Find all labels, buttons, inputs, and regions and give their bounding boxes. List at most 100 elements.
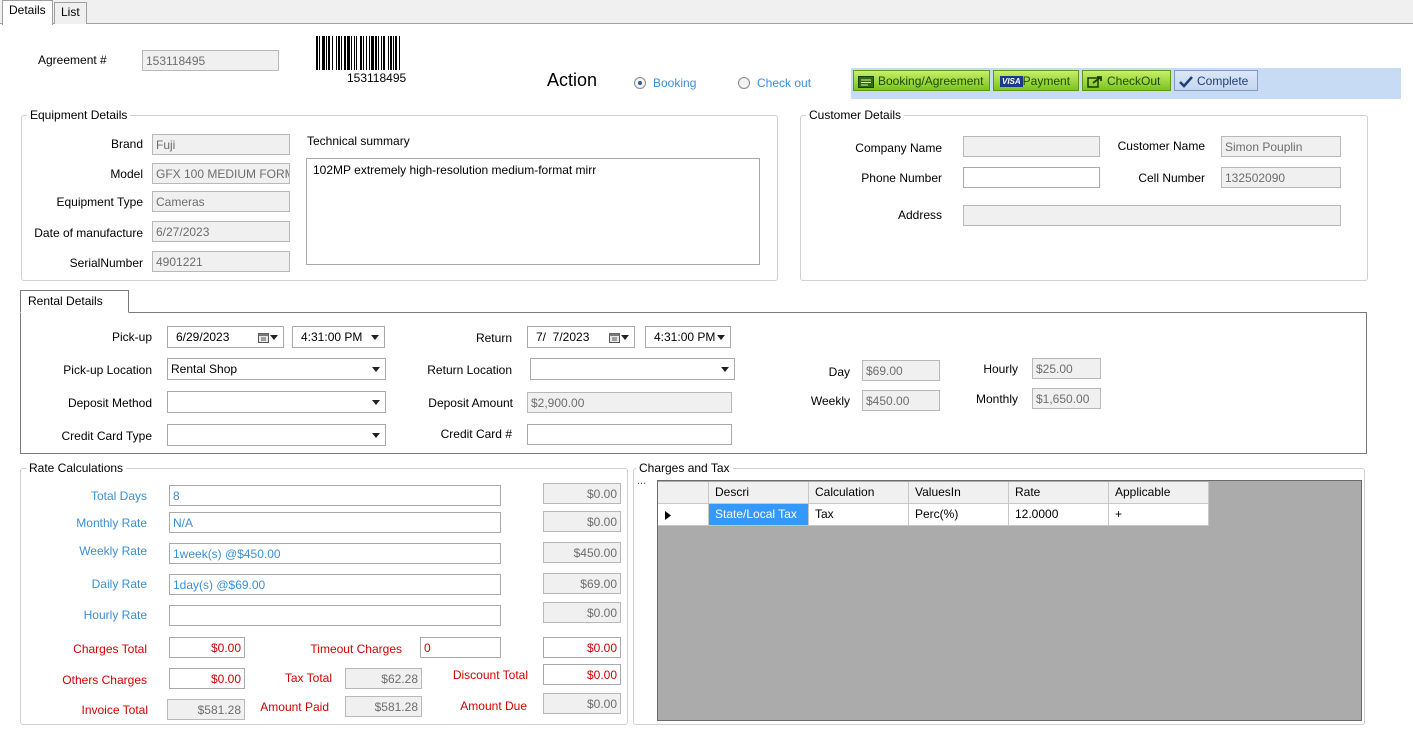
step-complete[interactable]: Complete (1174, 70, 1258, 91)
monthly-rate-calc-field[interactable]: N/A (169, 512, 501, 533)
tax-total-field[interactable]: $62.28 (345, 668, 422, 689)
chevron-down-icon (372, 400, 380, 405)
manufacture-date-field[interactable]: 6/27/2023 (152, 221, 290, 242)
step-booking-label: Booking/Agreement (878, 74, 984, 88)
return-location-select[interactable] (530, 358, 735, 380)
serial-number-field[interactable]: 4901221 (152, 251, 290, 272)
timeout-charges-field[interactable]: 0 (420, 637, 501, 658)
pickup-location-select[interactable]: Rental Shop (167, 358, 386, 380)
rental-details-tab[interactable]: Rental Details (20, 290, 129, 313)
grid-drag-handle[interactable]: ... (637, 475, 646, 487)
equipment-type-label: Equipment Type (56, 195, 143, 209)
charges-tax-grid: Descri Calculation ValuesIn Rate Applica… (657, 480, 1362, 721)
credit-card-type-select[interactable] (167, 424, 386, 446)
step-checkout[interactable]: CheckOut (1082, 70, 1171, 91)
phone-number-field[interactable] (963, 167, 1100, 188)
step-payment-label: Payment (1022, 74, 1071, 88)
pickup-time-picker[interactable]: 4:31:00 PM (292, 326, 385, 348)
day-rate-field[interactable]: $69.00 (862, 360, 940, 381)
grid-cell-calculation[interactable]: Tax (809, 504, 909, 526)
chevron-down-icon (717, 335, 725, 340)
tax-total-label: Tax Total (284, 671, 332, 685)
discount-total-field[interactable]: $0.00 (543, 664, 621, 685)
booking-radio-label[interactable]: Booking (653, 76, 696, 90)
step-booking-agreement[interactable]: Booking/Agreement (853, 70, 990, 91)
charges-total-field[interactable]: $0.00 (169, 637, 245, 658)
company-name-label: Company Name (855, 141, 942, 155)
return-time-picker[interactable]: 4:31:00 PM (645, 326, 731, 348)
deposit-method-select[interactable] (167, 391, 386, 413)
grid-row-selector[interactable] (658, 504, 709, 526)
daily-rate-calc-field[interactable]: 1day(s) @$69.00 (169, 574, 501, 595)
agreement-icon (858, 75, 874, 88)
action-title: Action (547, 70, 598, 90)
chevron-down-icon (270, 335, 278, 340)
total-days-field[interactable]: 8 (169, 485, 501, 506)
grid-header-calculation[interactable]: Calculation (809, 482, 909, 504)
hourly-rate-field[interactable]: $25.00 (1032, 358, 1101, 379)
credit-card-number-field[interactable] (527, 424, 732, 445)
company-name-field[interactable] (963, 136, 1100, 157)
equipment-type-field[interactable]: Cameras (152, 191, 290, 212)
weekly-rate-amount[interactable]: $450.00 (543, 542, 621, 563)
tab-details[interactable]: Details (2, 0, 53, 25)
row-pointer-icon (665, 511, 671, 520)
others-charges-field[interactable]: $0.00 (169, 668, 245, 689)
return-date-value: 7/ 7/2023 (536, 330, 590, 344)
checkout-radio[interactable] (738, 77, 750, 89)
customer-name-field[interactable]: Simon Pouplin (1221, 136, 1341, 157)
pickup-label: Pick-up (111, 330, 152, 344)
customer-name-label: Customer Name (1117, 139, 1205, 153)
equipment-details-title: Equipment Details (27, 108, 131, 122)
cell-number-label: Cell Number (1138, 171, 1205, 185)
checkout-radio-label[interactable]: Check out (757, 76, 811, 90)
barcode-image (316, 36, 442, 70)
grid-cell-applicable[interactable]: + (1109, 504, 1209, 526)
timeout-charges-amount[interactable]: $0.00 (543, 637, 621, 658)
monthly-rate-amount[interactable]: $0.00 (543, 511, 621, 532)
return-location-label: Return Location (427, 363, 512, 377)
chevron-down-icon (371, 335, 379, 340)
others-charges-label: Others Charges (62, 673, 147, 687)
grid-cell-valuesin[interactable]: Perc(%) (909, 504, 1009, 526)
daily-rate-amount[interactable]: $69.00 (543, 573, 621, 594)
weekly-rate-calc-field[interactable]: 1week(s) @$450.00 (169, 543, 501, 564)
weekly-rate-field[interactable]: $450.00 (862, 390, 940, 411)
deposit-amount-field[interactable]: $2,900.00 (527, 392, 732, 413)
agreement-label: Agreement # (38, 53, 107, 67)
model-field[interactable]: GFX 100 MEDIUM FORM (152, 163, 290, 184)
hourly-rate-amount[interactable]: $0.00 (543, 602, 621, 623)
pickup-date-picker[interactable]: 6/29/2023 (167, 326, 284, 348)
visa-card-icon: VISA (1000, 76, 1023, 88)
monthly-rate-field[interactable]: $1,650.00 (1032, 388, 1101, 409)
invoice-total-field[interactable]: $581.28 (167, 699, 245, 720)
grid-cell-rate[interactable]: 12.0000 (1009, 504, 1109, 526)
chevron-down-icon (372, 367, 380, 372)
pickup-location-label: Pick-up Location (63, 363, 152, 377)
tab-list[interactable]: List (54, 2, 87, 24)
agreement-number-field[interactable]: 153118495 (142, 50, 279, 71)
grid-header-applicable[interactable]: Applicable (1109, 482, 1209, 504)
brand-field[interactable]: Fuji (152, 134, 290, 155)
brand-label: Brand (110, 137, 143, 151)
cell-number-field[interactable]: 132502090 (1221, 167, 1341, 188)
charges-total-label: Charges Total (73, 642, 147, 656)
monthly-rate-label: Monthly (975, 392, 1018, 406)
technical-summary-textarea[interactable]: 102MP extremely high-resolution medium-f… (306, 158, 760, 265)
grid-header-valuesin[interactable]: ValuesIn (909, 482, 1009, 504)
step-complete-label: Complete (1197, 74, 1249, 88)
hourly-rate-calc-field[interactable] (169, 605, 501, 626)
grid-cell-descri[interactable]: State/Local Tax (709, 504, 809, 526)
amount-paid-field[interactable]: $581.28 (345, 696, 422, 717)
deposit-amount-label: Deposit Amount (428, 396, 513, 410)
return-date-picker[interactable]: 7/ 7/2023 (527, 326, 635, 348)
grid-header-rate[interactable]: Rate (1009, 482, 1109, 504)
return-label: Return (475, 331, 512, 345)
step-payment[interactable]: VISA Payment (993, 70, 1079, 91)
amount-due-field[interactable]: $0.00 (543, 693, 621, 714)
booking-radio[interactable] (634, 77, 646, 89)
total-days-amount[interactable]: $0.00 (543, 483, 621, 504)
grid-header-descri[interactable]: Descri (709, 482, 809, 504)
address-field[interactable] (963, 205, 1341, 226)
return-time-value: 4:31:00 PM (654, 330, 716, 344)
